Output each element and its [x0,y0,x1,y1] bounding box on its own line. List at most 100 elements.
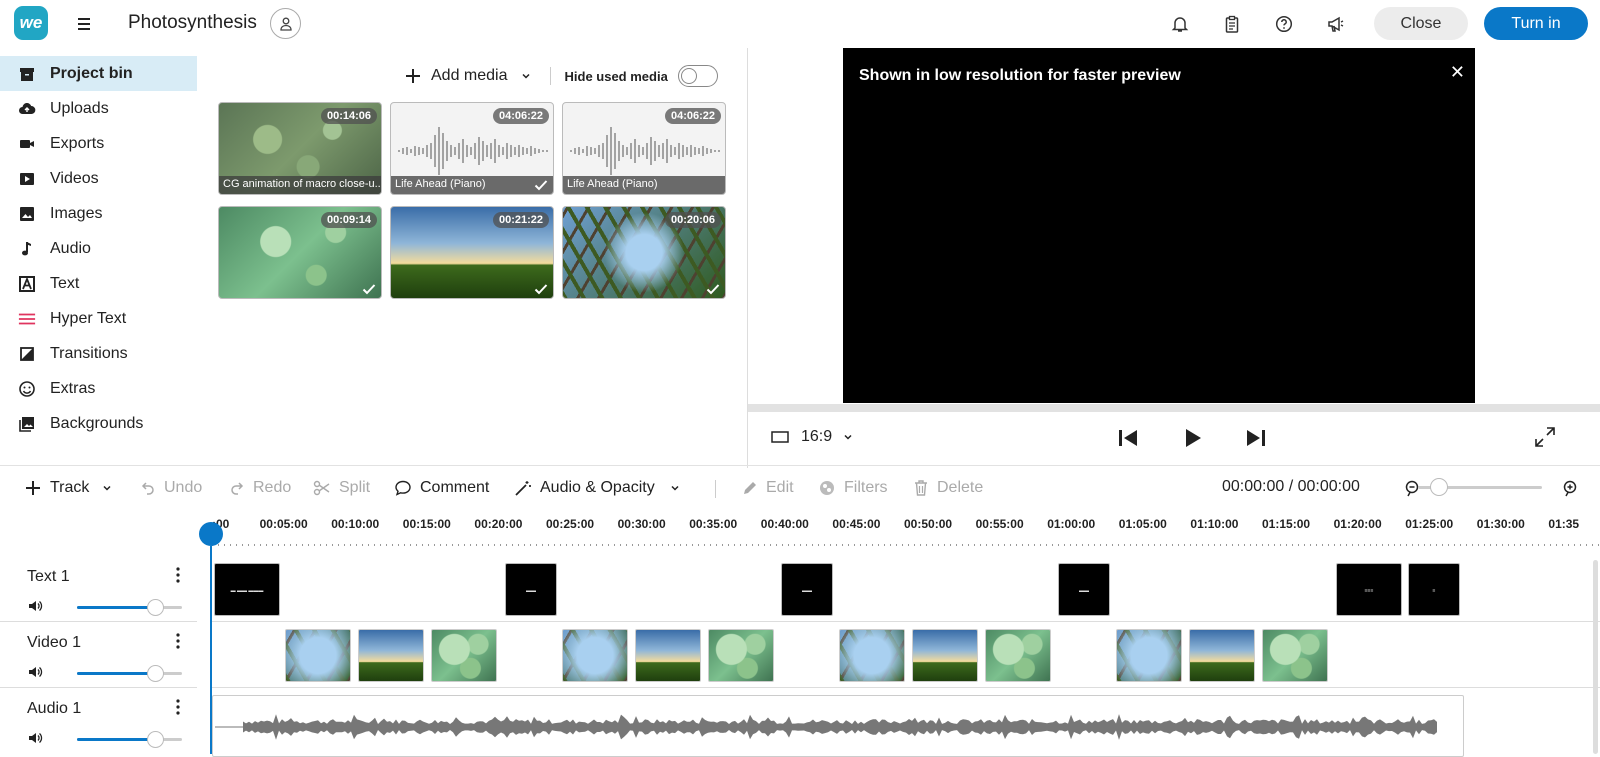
megaphone-icon[interactable] [1325,13,1347,35]
add-track-button[interactable]: Track [24,476,121,500]
volume-slider[interactable] [77,731,182,748]
undo-button[interactable]: Undo [140,476,202,500]
video-clip[interactable] [431,629,497,682]
text-clip[interactable]: ▬▬ [781,563,833,616]
sidebar-item-exports[interactable]: Exports [0,126,197,161]
video-clip[interactable] [285,629,351,682]
hamburger-menu-icon[interactable] [74,14,94,34]
comment-button[interactable]: Comment [394,476,489,500]
delete-button[interactable]: Delete [913,476,983,500]
sidebar-item-images[interactable]: Images [0,196,197,231]
divider [715,480,716,498]
video-clip[interactable] [839,629,905,682]
video-clip[interactable] [358,629,424,682]
sidebar-item-uploads[interactable]: Uploads [0,91,197,126]
sidebar-item-hyper-text[interactable]: Hyper Text [0,301,197,336]
sidebar-item-label: Videos [50,169,99,187]
video-clip[interactable] [1189,629,1255,682]
more-vertical-icon[interactable] [175,632,181,650]
timeline-scrollbar[interactable] [1593,560,1598,754]
media-thumbnail[interactable]: 00:14:06 CG animation of macro close-u..… [218,102,382,195]
media-thumbnail[interactable]: 00:09:14 [218,206,382,299]
ruler-tick: 00:50:00 [904,517,953,531]
media-thumbnail[interactable]: 00:20:06 [562,206,726,299]
sidebar-item-label: Backgrounds [50,414,144,432]
volume-icon[interactable] [27,664,43,680]
volume-knob[interactable] [147,665,164,682]
clipboard-icon[interactable] [1221,13,1243,35]
sidebar-item-backgrounds[interactable]: Backgrounds [0,406,197,441]
text-track-lane[interactable]: ▬ ▬▬ ▬▬▬ ▬▬ ▬▬ ▬▬ ≡≡≡ ≡ [212,556,1600,622]
video-clip[interactable] [1262,629,1328,682]
media-thumbnail[interactable]: 04:06:22 Life Ahead (Piano) [390,102,554,195]
zoom-slider-knob[interactable] [1430,478,1448,496]
text-clip[interactable]: ▬ ▬▬ ▬▬▬ [214,563,280,616]
filters-button[interactable]: Filters [818,476,888,500]
zoom-out-icon[interactable] [1403,480,1421,498]
sidebar-item-videos[interactable]: Videos [0,161,197,196]
hide-used-media-toggle[interactable] [677,65,718,87]
text-clip-preview: ≡≡≡ [1364,588,1374,594]
app-logo[interactable]: we [14,6,48,40]
bell-icon[interactable] [1169,13,1191,35]
volume-knob[interactable] [147,599,164,616]
text-clip[interactable]: ▬▬ [1058,563,1110,616]
edit-button[interactable]: Edit [742,476,794,500]
timeline-ruler[interactable]: :00 00:05:00 00:10:00 00:15:00 00:20:00 00:25… [212,512,1600,548]
playhead-line [210,546,212,754]
text-clip[interactable]: ≡ [1408,563,1460,616]
close-button[interactable]: Close [1374,7,1468,40]
split-button[interactable]: Split [313,476,370,500]
skip-back-icon[interactable] [1116,426,1140,450]
close-notice-icon[interactable]: ✕ [1450,62,1465,83]
media-thumbnail[interactable]: 00:21:22 [390,206,554,299]
ruler-tick: 00:45:00 [832,517,881,531]
sidebar-item-label: Text [50,274,80,292]
text-clip[interactable]: ≡≡≡ [1336,563,1402,616]
share-user-icon[interactable] [270,8,301,39]
fullscreen-icon[interactable] [1534,426,1556,448]
text-clip[interactable]: ▬▬ [505,563,557,616]
sidebar-item-audio[interactable]: Audio [0,231,197,266]
preview-progress-bar[interactable] [748,404,1600,412]
sidebar-item-text[interactable]: Text [0,266,197,301]
text-clip-preview: ▬▬ [1079,588,1089,594]
video-clip[interactable] [912,629,978,682]
redo-icon [231,482,244,495]
video-track-lane[interactable] [212,622,1600,688]
help-icon[interactable] [1273,13,1295,35]
audio-track-lane[interactable] [212,688,1600,757]
more-vertical-icon[interactable] [175,566,181,584]
volume-icon[interactable] [27,598,43,614]
skip-forward-icon[interactable] [1244,426,1268,450]
video-preview[interactable]: Shown in low resolution for faster previ… [843,48,1475,403]
media-thumbnail[interactable]: 04:06:22 Life Ahead (Piano) [562,102,726,195]
sidebar-item-extras[interactable]: Extras [0,371,197,406]
volume-fill [77,606,154,609]
video-clip[interactable] [708,629,774,682]
audio-opacity-button[interactable]: Audio & Opacity [514,476,689,500]
video-clip[interactable] [562,629,628,682]
volume-slider[interactable] [77,665,182,682]
sidebar-item-transitions[interactable]: Transitions [0,336,197,371]
ruler-tick: 00:15:00 [402,517,451,531]
more-vertical-icon[interactable] [175,698,181,716]
video-clip[interactable] [635,629,701,682]
volume-slider[interactable] [77,599,182,616]
trash-icon [915,480,927,496]
project-title[interactable]: Photosynthesis [128,12,257,34]
video-clip[interactable] [985,629,1051,682]
playhead-handle[interactable] [199,522,223,546]
redo-label: Redo [253,479,292,496]
aspect-ratio-select[interactable]: 16:9 [771,428,854,446]
video-clip[interactable] [1116,629,1182,682]
zoom-in-icon[interactable] [1561,480,1579,498]
volume-knob[interactable] [147,731,164,748]
play-icon[interactable] [1180,426,1204,450]
audio-clip[interactable] [212,695,1464,757]
volume-icon[interactable] [27,730,43,746]
sidebar-item-project-bin[interactable]: Project bin [0,56,197,91]
redo-button[interactable]: Redo [229,476,291,500]
add-media-button[interactable]: Add media [404,67,532,85]
turn-in-button[interactable]: Turn in [1484,7,1588,40]
